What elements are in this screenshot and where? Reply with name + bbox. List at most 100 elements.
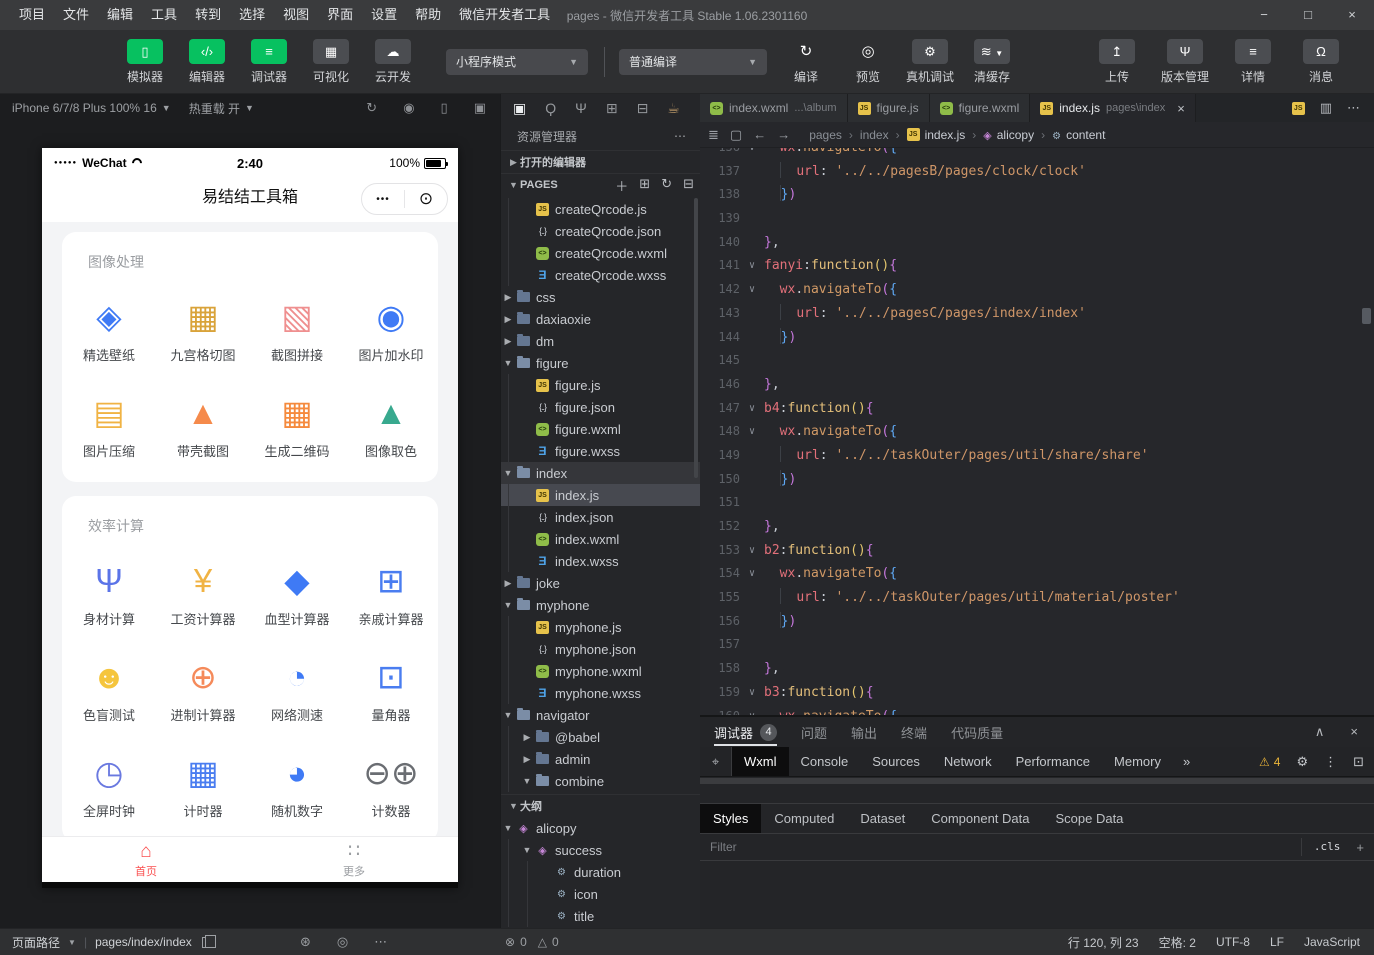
tree-item-index.json[interactable]: {..} index.json [501, 506, 700, 528]
simulator-control-icon[interactable]: ▣ [474, 100, 486, 116]
styles-tab-Scope Data[interactable]: Scope Data [1042, 804, 1136, 833]
tree-item-figure.wxml[interactable]: <> figure.wxml [501, 418, 700, 440]
statusbar-item[interactable]: 行 120, 列 23 [1068, 934, 1139, 951]
statusbar-item[interactable]: JavaScript [1304, 935, 1360, 949]
editor-scrollbar-thumb[interactable] [1362, 308, 1371, 324]
undock-icon[interactable]: ⊡ [1353, 754, 1364, 770]
tool-item[interactable]: ▧ 截图拼接 [250, 294, 344, 364]
menu-item[interactable]: 选择 [230, 0, 274, 30]
close-tab-icon[interactable]: × [1177, 101, 1185, 116]
minimize-button[interactable]: − [1242, 0, 1286, 30]
simulator-control-icon[interactable]: ▯ [441, 100, 448, 116]
filter-input[interactable]: Filter [710, 840, 1301, 854]
copy-path-icon[interactable] [202, 937, 211, 948]
close-button[interactable]: × [1330, 0, 1374, 30]
debugger-tab-代码质量[interactable]: 代码质量 [951, 717, 1003, 747]
tree-item-myphone.wxml[interactable]: <> myphone.wxml [501, 660, 700, 682]
menu-item[interactable]: 界面 [318, 0, 362, 30]
code-area[interactable]: 136 ∨ wx.navigateTo({ 137 url: '../../pa… [700, 148, 1374, 715]
tree-item-icon[interactable]: ⚙ icon [501, 883, 700, 905]
menu-item[interactable]: 帮助 [406, 0, 450, 30]
fold-icon[interactable]: ∨ [740, 397, 764, 421]
pages-action-icon[interactable]: ＋ [615, 176, 628, 195]
tree-item-navigator[interactable]: ▼ navigator [501, 704, 700, 726]
toolbar-button-mid-0[interactable]: ↻ 编译 [779, 39, 833, 85]
statusbar-item[interactable]: LF [1270, 935, 1284, 949]
menu-item[interactable]: 项目 [10, 0, 54, 30]
toolbar-button-right-2[interactable]: ≡ 详情 [1226, 39, 1280, 85]
extensions-icon[interactable]: ⊞ [606, 100, 618, 117]
cls-toggle-button[interactable]: .cls [1301, 838, 1353, 856]
maximize-button[interactable]: □ [1286, 0, 1330, 30]
tool-item[interactable]: ⊖⊕ 计数器 [344, 750, 438, 820]
devtools-tab-Sources[interactable]: Sources [860, 747, 932, 776]
forward-icon[interactable]: → [777, 127, 790, 143]
gear-icon[interactable]: ⚙ [1296, 754, 1308, 770]
tool-item[interactable]: ☻ 色盲测试 [62, 654, 156, 724]
tree-item-figure.wxss[interactable]: Ǝ figure.wxss [501, 440, 700, 462]
statusbar-item[interactable]: 空格: 2 [1159, 934, 1196, 951]
tool-item[interactable]: ▤ 图片压缩 [62, 390, 156, 460]
fold-icon[interactable]: ∨ [740, 681, 764, 705]
tree-item-myphone.wxss[interactable]: Ǝ myphone.wxss [501, 682, 700, 704]
editor-tab-figure.wxml[interactable]: <> figure.wxml [930, 94, 1031, 122]
pages-section[interactable]: ▼ PAGES ＋⊞↻⊟ [501, 173, 700, 196]
devtools-tab-Network[interactable]: Network [932, 747, 1004, 776]
tool-item[interactable]: ¥ 工资计算器 [156, 558, 250, 628]
inspect-element-icon[interactable]: ⌖ [700, 747, 732, 776]
outline-section[interactable]: ▼ 大纲 [501, 794, 700, 817]
tool-item[interactable]: ◆ 血型计算器 [250, 558, 344, 628]
pages-action-icon[interactable]: ↻ [661, 176, 672, 195]
explorer-scrollbar[interactable] [694, 198, 698, 478]
search-icon[interactable]: Ϙ [545, 100, 556, 116]
menu-item[interactable]: 视图 [274, 0, 318, 30]
tree-item-title[interactable]: ⚙ title [501, 905, 700, 927]
breadcrumb-content[interactable]: ⚙content [1052, 128, 1105, 142]
tool-item[interactable]: ▦ 生成二维码 [250, 390, 344, 460]
tool-item[interactable]: ▲ 带壳截图 [156, 390, 250, 460]
pages-action-icon[interactable]: ⊟ [683, 176, 694, 195]
toolbar-button-right-0[interactable]: ↥ 上传 [1090, 39, 1144, 85]
tree-item-myphone.js[interactable]: JS myphone.js [501, 616, 700, 638]
device-selector[interactable]: iPhone 6/7/8 Plus 100% 16 [12, 101, 157, 115]
tool-item[interactable]: ◕ 随机数字 [250, 750, 344, 820]
files-icon[interactable]: ▣ [513, 100, 526, 117]
tool-item[interactable]: ⊞ 亲戚计算器 [344, 558, 438, 628]
tree-item-daxiaoxie[interactable]: ▶ daxiaoxie [501, 308, 700, 330]
tool-item[interactable]: ⊡ 量角器 [344, 654, 438, 724]
menu-item[interactable]: 工具 [142, 0, 186, 30]
tool-item[interactable]: ▦ 九宫格切图 [156, 294, 250, 364]
open-editors-section[interactable]: ▶ 打开的编辑器 [501, 150, 700, 173]
more-dots-icon[interactable]: ⋯ [374, 934, 387, 950]
tool-item[interactable]: ▦ 计时器 [156, 750, 250, 820]
devtools-tab-Performance[interactable]: Performance [1004, 747, 1102, 776]
toolbar-button-1[interactable]: ‹/› 编辑器 [180, 39, 234, 85]
menu-item[interactable]: 文件 [54, 0, 98, 30]
tool-item[interactable]: ◉ 图片加水印 [344, 294, 438, 364]
toolbar-button-mid-2[interactable]: ⚙ 真机调试 [903, 39, 957, 85]
simulator-control-icon[interactable]: ◉ [403, 100, 414, 116]
outline-icon[interactable]: ≣ [708, 127, 719, 143]
tool-item[interactable]: ◔ 网络测速 [250, 654, 344, 724]
tool-item[interactable]: Ψ 身材计算 [62, 558, 156, 628]
source-control-icon[interactable]: Ψ [575, 100, 587, 116]
breadcrumb-pages[interactable]: pages [809, 128, 842, 142]
tree-item-alicopy[interactable]: ▼◈ alicopy [501, 817, 700, 839]
editor-tab-figure.js[interactable]: JS figure.js [848, 94, 930, 122]
toolbar-button-right-1[interactable]: Ψ 版本管理 [1158, 39, 1212, 85]
tool-item[interactable]: ◈ 精选壁纸 [62, 294, 156, 364]
tea-icon[interactable]: ☕ [667, 100, 680, 117]
tree-item-duration[interactable]: ⚙ duration [501, 861, 700, 883]
tree-item-@babel[interactable]: ▶ @babel [501, 726, 700, 748]
statusbar-item[interactable]: UTF-8 [1216, 935, 1250, 949]
tool-item[interactable]: ◷ 全屏时钟 [62, 750, 156, 820]
split-editor-icon[interactable]: ▥ [1320, 100, 1332, 116]
tree-item-admin[interactable]: ▶ admin [501, 748, 700, 770]
toolbar-button-right-3[interactable]: Ω 消息 [1294, 39, 1348, 85]
tree-item-css[interactable]: ▶ css [501, 286, 700, 308]
tree-item-figure.json[interactable]: {..} figure.json [501, 396, 700, 418]
toolbar-button-mid-3[interactable]: ≋ ▼ 清缓存 [965, 39, 1019, 85]
breadcrumb-alicopy[interactable]: ◈alicopy [983, 128, 1034, 142]
menu-item[interactable]: 设置 [362, 0, 406, 30]
styles-tab-Styles[interactable]: Styles [700, 804, 761, 833]
